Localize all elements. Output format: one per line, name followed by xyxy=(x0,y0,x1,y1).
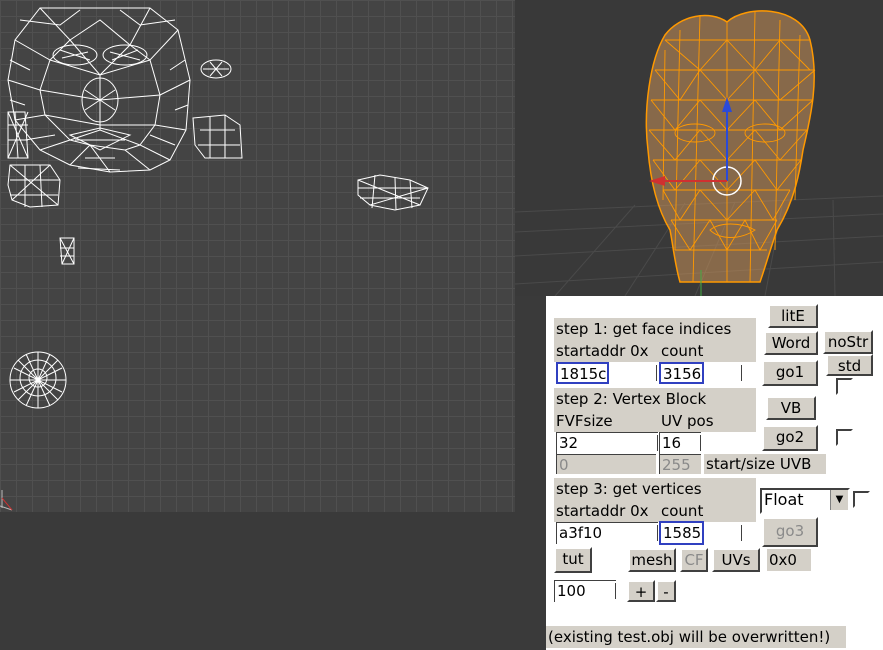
plus-button[interactable]: + xyxy=(627,580,655,602)
go1-button[interactable]: go1 xyxy=(762,360,818,386)
empty-viewport-area xyxy=(0,512,548,650)
std-checkbox[interactable] xyxy=(836,378,853,395)
step3-startaddr-field[interactable]: a3f10 xyxy=(556,522,658,544)
step1-count-field[interactable]: 3156 xyxy=(659,362,704,384)
uv-wireframe xyxy=(0,7,429,511)
type-select-value: Float xyxy=(764,490,804,509)
tut-button[interactable]: tut xyxy=(554,547,592,573)
step3-count-label: count xyxy=(659,500,756,522)
step2-title: step 2: Vertex Block xyxy=(554,388,756,410)
step1-title: step 1: get face indices xyxy=(554,318,756,340)
word-button[interactable]: Word xyxy=(764,331,818,355)
uvpos-field[interactable]: 16 xyxy=(659,432,701,454)
std-button[interactable]: std xyxy=(826,354,873,376)
step2-uvpos-label: UV pos xyxy=(659,410,756,432)
uvb-start-field[interactable]: 0 xyxy=(556,454,656,474)
type-checkbox[interactable] xyxy=(853,491,870,508)
step3-count-field-ext[interactable] xyxy=(704,523,742,543)
fvfsize-field[interactable]: 32 xyxy=(556,432,658,454)
uvb-size-field[interactable]: 255 xyxy=(659,454,701,474)
vb-button[interactable]: VB xyxy=(766,396,816,420)
go3-button[interactable]: go3 xyxy=(762,517,818,547)
go2-checkbox[interactable] xyxy=(836,429,853,446)
overwrite-note: (existing test.obj will be overwritten!) xyxy=(546,626,846,648)
uvs-button[interactable]: UVs xyxy=(712,548,760,572)
go2-button[interactable]: go2 xyxy=(762,425,818,451)
step3-startaddr-label: startaddr 0x xyxy=(554,500,659,522)
step2-fvfsize-label: FVFsize xyxy=(554,410,659,432)
step1-startaddr-field-ext[interactable] xyxy=(609,363,657,383)
cf-button[interactable]: CF xyxy=(680,548,708,572)
minus-button[interactable]: - xyxy=(656,580,676,602)
3d-viewport[interactable] xyxy=(515,0,883,296)
type-select[interactable]: Float ▼ xyxy=(760,488,850,514)
step3-title: step 3: get vertices xyxy=(554,478,756,500)
step3-count-field[interactable]: 1585 xyxy=(659,521,704,545)
step1-count-label: count xyxy=(659,340,756,362)
chevron-down-icon[interactable]: ▼ xyxy=(830,490,848,510)
nostr-button[interactable]: noStr xyxy=(823,330,873,354)
step1-count-field-ext[interactable] xyxy=(704,363,742,383)
step1-startaddr-field[interactable]: 1815c xyxy=(556,362,609,384)
scale-field[interactable]: 100 xyxy=(554,580,616,602)
step1-startaddr-label: startaddr 0x xyxy=(554,340,659,362)
uv-editor-viewport[interactable] xyxy=(0,0,515,512)
tool-panel: step 1: get face indices startaddr 0x co… xyxy=(546,296,883,650)
uvb-label: start/size UVB xyxy=(704,454,826,474)
lite-button[interactable]: litE xyxy=(768,304,818,328)
uv-readout: 0x0 xyxy=(767,549,811,571)
3d-scene xyxy=(515,10,883,296)
mesh-button[interactable]: mesh xyxy=(628,548,676,572)
